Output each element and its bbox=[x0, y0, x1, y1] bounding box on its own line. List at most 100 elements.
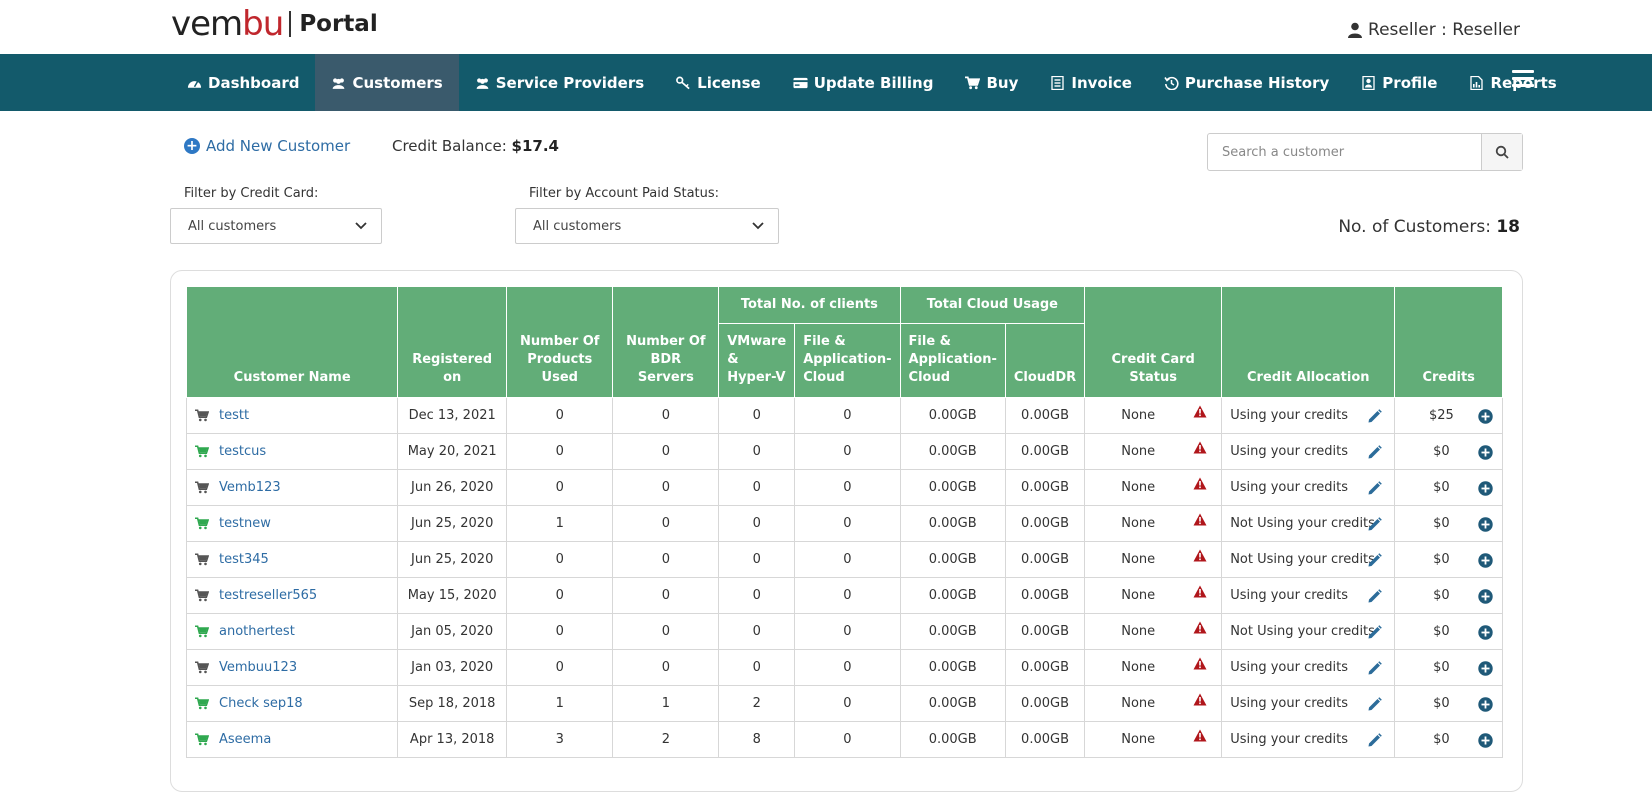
cell-file-app-cloud: 0.00GB bbox=[899, 397, 1006, 434]
header-clouddr[interactable]: CloudDR bbox=[1004, 323, 1086, 398]
cart-icon[interactable] bbox=[195, 625, 209, 638]
header-credit-allocation[interactable]: Credit Allocation bbox=[1221, 286, 1396, 398]
search-button[interactable] bbox=[1481, 134, 1522, 170]
nav-item-label: Dashboard bbox=[208, 73, 300, 92]
header-file-app-cloud[interactable]: File & Application-Cloud bbox=[899, 323, 1006, 398]
cart-icon[interactable] bbox=[195, 481, 209, 494]
credits-value: $25 bbox=[1428, 408, 1454, 423]
header-bdr-servers[interactable]: Number Of BDR Servers bbox=[612, 286, 720, 398]
cart-icon bbox=[965, 76, 981, 90]
cell-cc-status: None bbox=[1084, 469, 1223, 506]
nav-item-service-providers[interactable]: Service Providers bbox=[459, 54, 660, 111]
allocation-value: Using your credits bbox=[1230, 480, 1349, 495]
vembu-logo[interactable]: vembu Portal bbox=[171, 6, 378, 42]
header-registered-on[interactable]: Registered on bbox=[397, 286, 508, 398]
cc-status-value: None bbox=[1121, 408, 1156, 423]
cell-vmware-clients: 0 bbox=[718, 469, 796, 506]
customer-link[interactable]: testnew bbox=[219, 516, 271, 531]
cell-file-app-clients: 0 bbox=[794, 721, 901, 758]
cell-bdr-servers: 0 bbox=[612, 397, 720, 434]
add-new-customer-button[interactable]: + Add New Customer bbox=[184, 137, 350, 155]
cell-cc-status: None bbox=[1084, 613, 1223, 650]
table-row: Aseema Apr 13, 2018 3 2 8 0 0.00GB 0.00GB None Us… bbox=[185, 721, 1503, 758]
nav-item-dashboard[interactable]: Dashboard bbox=[171, 54, 315, 111]
customer-link[interactable]: Vemb123 bbox=[219, 480, 281, 495]
table-row: Check sep18 Sep 18, 2018 1 1 2 0 0.00GB 0.00GB N… bbox=[185, 685, 1503, 722]
user-menu[interactable]: Reseller : Reseller bbox=[1348, 20, 1520, 40]
cell-bdr-servers: 0 bbox=[612, 577, 720, 614]
cell-bdr-servers: 0 bbox=[612, 469, 720, 506]
cell-customer-name: testnew bbox=[185, 505, 399, 542]
search-icon bbox=[1495, 145, 1509, 159]
header-cc-status[interactable]: Credit Card Status bbox=[1084, 286, 1223, 398]
logo-wordmark: vembu bbox=[171, 4, 284, 44]
filter-credit-card-select[interactable]: All customers bbox=[170, 208, 382, 244]
cell-vmware-clients: 8 bbox=[718, 721, 796, 758]
cell-products-used: 0 bbox=[506, 397, 614, 434]
cell-credit-allocation: Using your credits bbox=[1221, 397, 1396, 434]
cell-cc-status: None bbox=[1084, 721, 1223, 758]
cart-icon[interactable] bbox=[195, 589, 209, 602]
history-icon bbox=[1164, 76, 1179, 90]
cc-status-value: None bbox=[1121, 660, 1156, 675]
search-input[interactable] bbox=[1208, 134, 1481, 170]
cell-clouddr: 0.00GB bbox=[1004, 469, 1086, 506]
nav-item-label: Purchase History bbox=[1184, 73, 1330, 92]
customer-link[interactable]: Check sep18 bbox=[219, 696, 303, 711]
cell-products-used: 0 bbox=[506, 649, 614, 686]
cell-cc-status: None bbox=[1084, 649, 1223, 686]
hamburger-menu-icon[interactable] bbox=[1512, 70, 1534, 88]
header-products-used[interactable]: Number Of Products Used bbox=[506, 286, 614, 398]
cell-credits: $0 bbox=[1394, 649, 1503, 686]
customers-table: Customer Name Registered on Number Of Pr… bbox=[185, 286, 1503, 758]
credits-value: $0 bbox=[1433, 444, 1450, 459]
nav-item-license[interactable]: License bbox=[660, 54, 777, 111]
cell-customer-name: Vemb123 bbox=[185, 469, 399, 506]
nav-item-profile[interactable]: Profile bbox=[1345, 54, 1453, 111]
cart-icon[interactable] bbox=[195, 697, 209, 710]
cell-clouddr: 0.00GB bbox=[1004, 397, 1086, 434]
cart-icon[interactable] bbox=[195, 445, 209, 458]
cart-icon[interactable] bbox=[195, 409, 209, 422]
cell-vmware-clients: 0 bbox=[718, 649, 796, 686]
customer-link[interactable]: anothertest bbox=[219, 624, 295, 639]
customer-link[interactable]: Aseema bbox=[219, 732, 271, 747]
cell-file-app-cloud: 0.00GB bbox=[899, 649, 1006, 686]
credit-balance-label: Credit Balance: bbox=[392, 137, 507, 155]
cart-icon[interactable] bbox=[195, 733, 209, 746]
cell-credit-allocation: Using your credits bbox=[1221, 685, 1396, 722]
header-vmware-hyperv[interactable]: VMware & Hyper-V bbox=[718, 323, 796, 398]
cell-clouddr: 0.00GB bbox=[1004, 505, 1086, 542]
customer-link[interactable]: Vembuu123 bbox=[219, 660, 297, 675]
cell-credit-allocation: Using your credits bbox=[1221, 721, 1396, 758]
cell-clouddr: 0.00GB bbox=[1004, 685, 1086, 722]
cart-icon[interactable] bbox=[195, 553, 209, 566]
cell-vmware-clients: 0 bbox=[718, 505, 796, 542]
nav-item-label: Update Billing bbox=[813, 73, 934, 92]
customer-link[interactable]: test345 bbox=[219, 552, 269, 567]
filter-paid-status-select[interactable]: All customers bbox=[515, 208, 779, 244]
nav-item-label: Service Providers bbox=[495, 73, 645, 92]
cell-credit-allocation: Using your credits bbox=[1221, 433, 1396, 470]
cart-icon[interactable] bbox=[195, 661, 209, 674]
cell-products-used: 0 bbox=[506, 469, 614, 506]
cell-file-app-cloud: 0.00GB bbox=[899, 613, 1006, 650]
nav-item-customers[interactable]: Customers bbox=[315, 54, 459, 111]
header-credits[interactable]: Credits bbox=[1394, 286, 1503, 398]
cell-registered-on: May 20, 2021 bbox=[397, 433, 508, 470]
cell-customer-name: test345 bbox=[185, 541, 399, 578]
header-customer-name[interactable]: Customer Name bbox=[185, 286, 399, 398]
customer-link[interactable]: testt bbox=[219, 408, 249, 423]
cart-icon[interactable] bbox=[195, 517, 209, 530]
cell-file-app-clients: 0 bbox=[794, 541, 901, 578]
customer-link[interactable]: testcus bbox=[219, 444, 266, 459]
nav-item-buy[interactable]: Buy bbox=[949, 54, 1034, 111]
customer-link[interactable]: testreseller565 bbox=[219, 588, 317, 603]
cell-credits: $0 bbox=[1394, 613, 1503, 650]
nav-item-invoice[interactable]: Invoice bbox=[1034, 54, 1148, 111]
plus-circle-icon: + bbox=[184, 138, 200, 154]
header-file-app-clients[interactable]: File & Application-Cloud bbox=[794, 323, 901, 398]
nav-item-update-billing[interactable]: Update Billing bbox=[777, 54, 950, 111]
cell-credits: $0 bbox=[1394, 505, 1503, 542]
nav-item-purchase-history[interactable]: Purchase History bbox=[1148, 54, 1345, 111]
